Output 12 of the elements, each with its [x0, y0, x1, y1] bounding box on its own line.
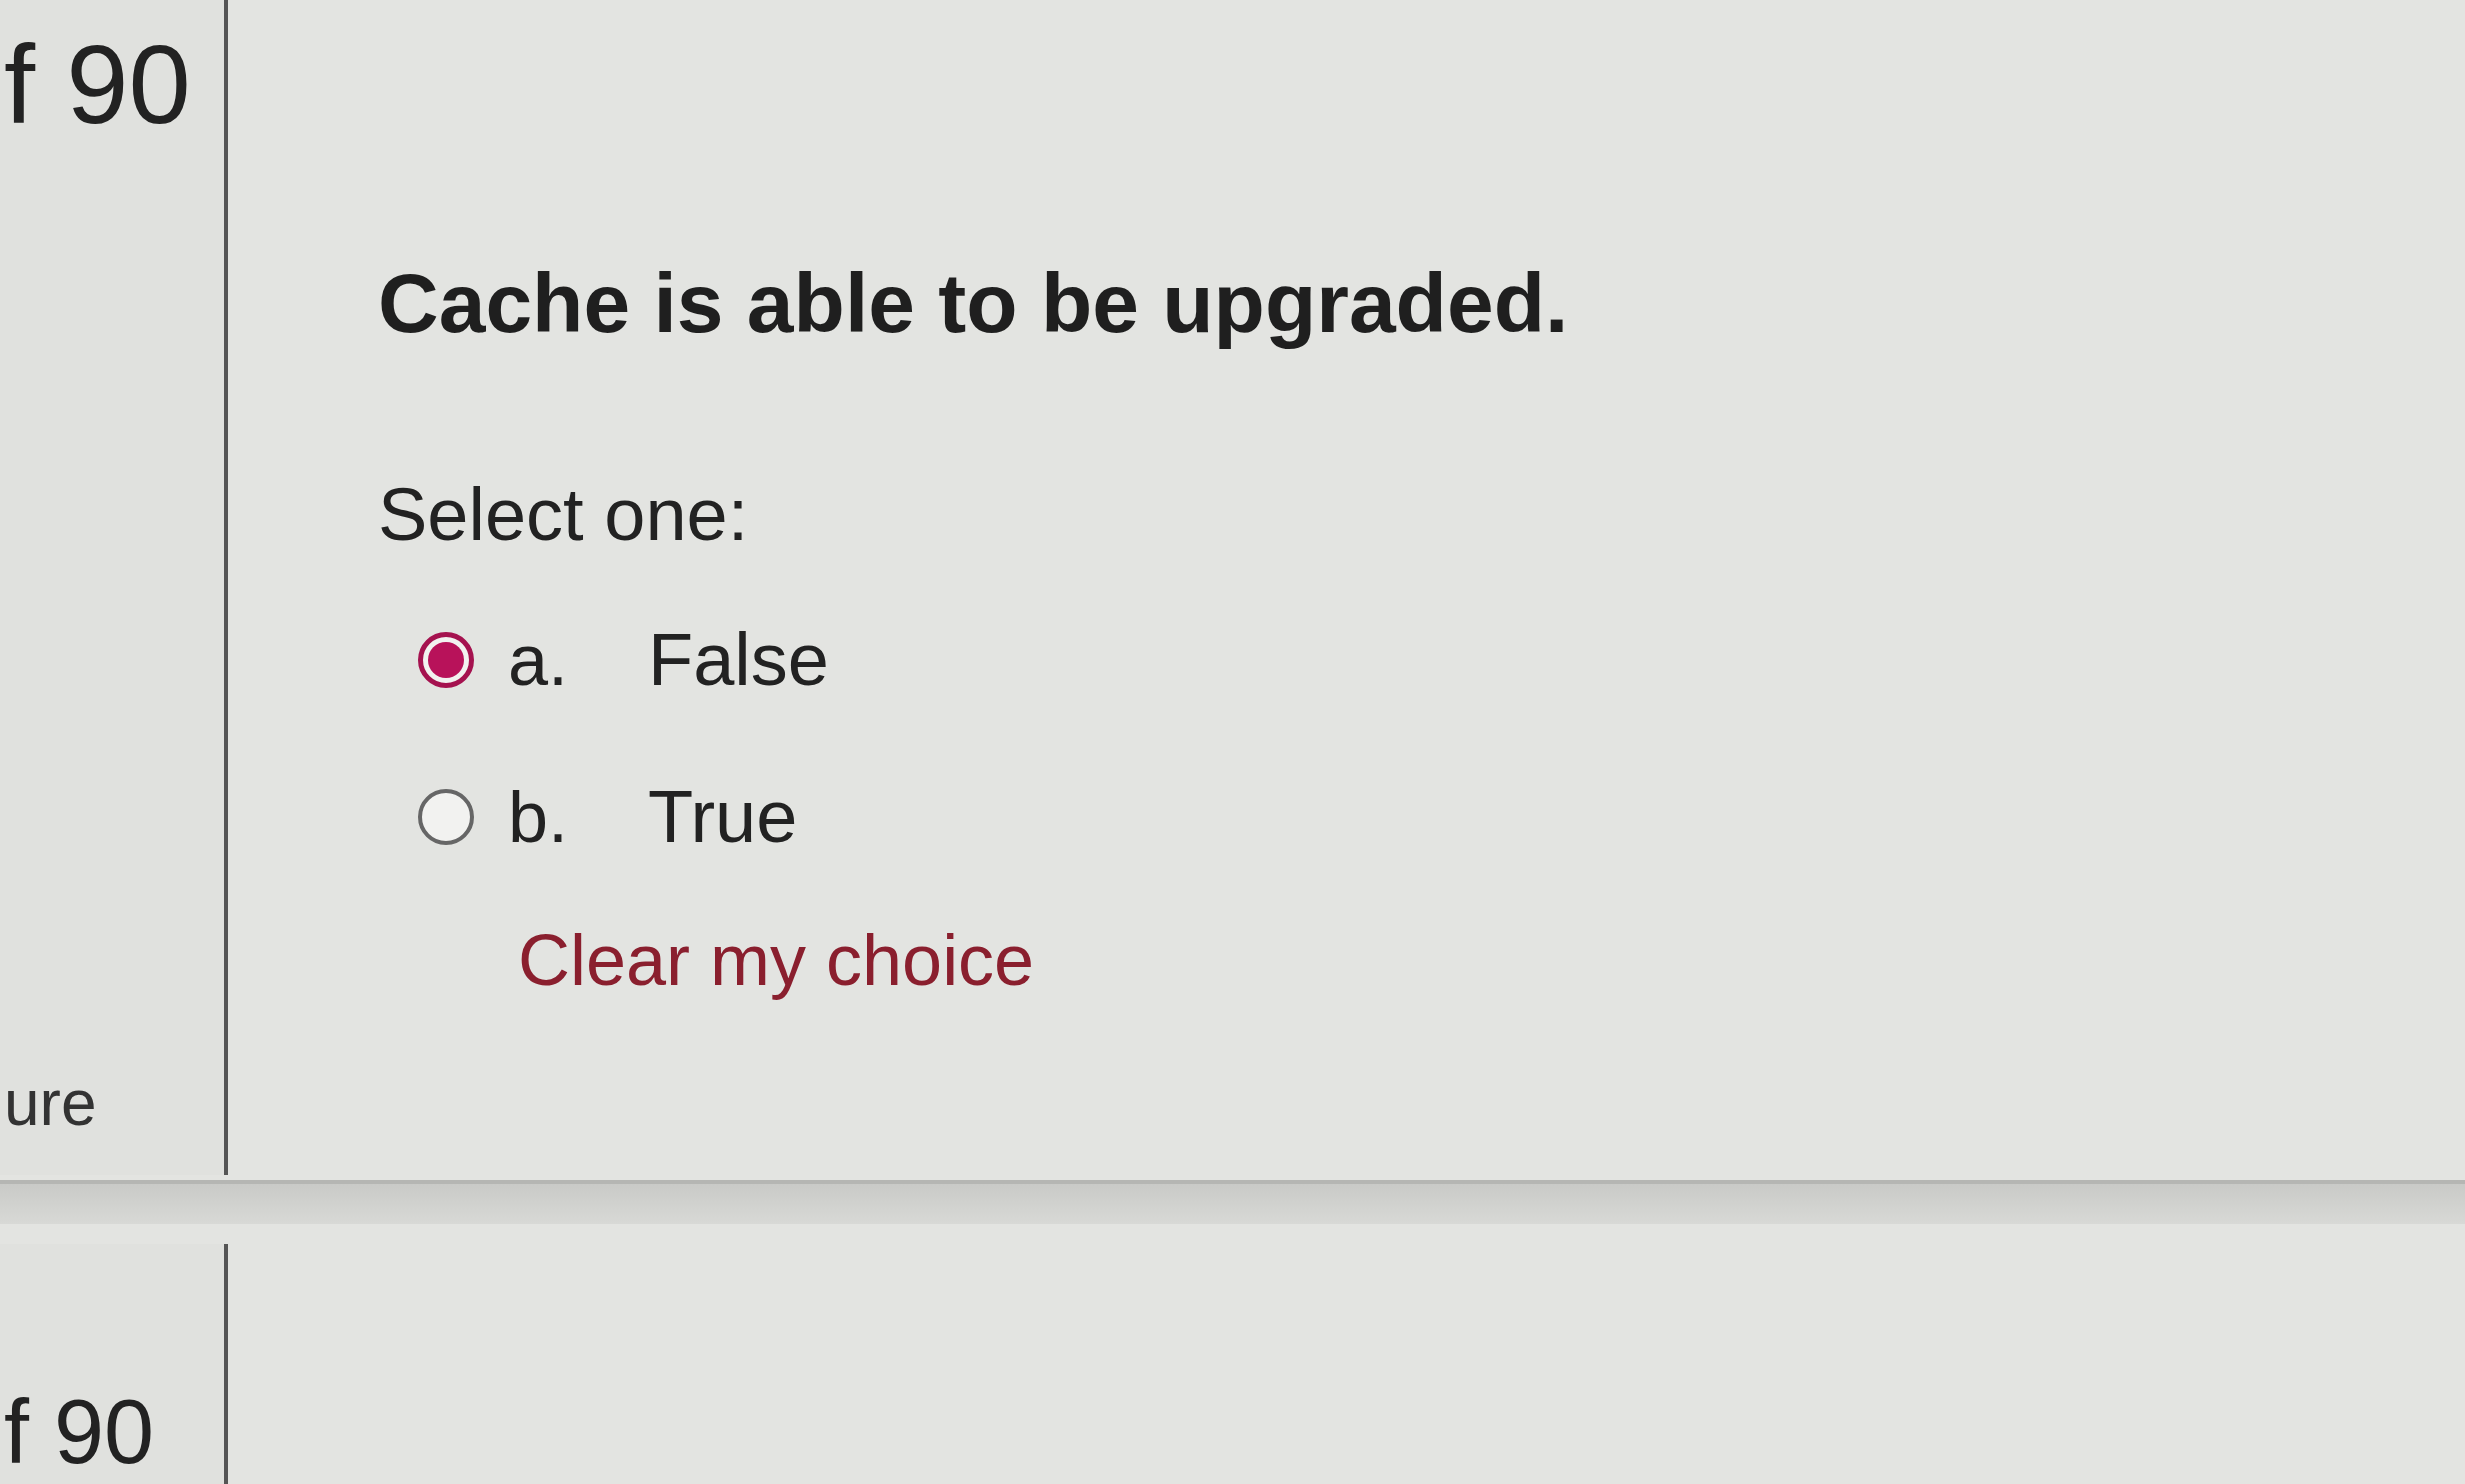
- clear-choice-link[interactable]: Clear my choice: [518, 919, 1035, 1001]
- option-letter: b.: [508, 775, 570, 858]
- option-label[interactable]: False: [648, 617, 829, 702]
- option-letter: a.: [508, 618, 570, 701]
- radio-button[interactable]: [418, 788, 474, 845]
- question-status: ure: [4, 1066, 98, 1140]
- question-text: Cache is able to be upgraded.: [378, 255, 1569, 352]
- prompt-text: Select one:: [378, 472, 749, 557]
- question-number: f 90: [4, 21, 192, 149]
- option-label[interactable]: True: [648, 774, 798, 859]
- question-number: f 90: [4, 1381, 156, 1484]
- radio-button[interactable]: [418, 631, 474, 688]
